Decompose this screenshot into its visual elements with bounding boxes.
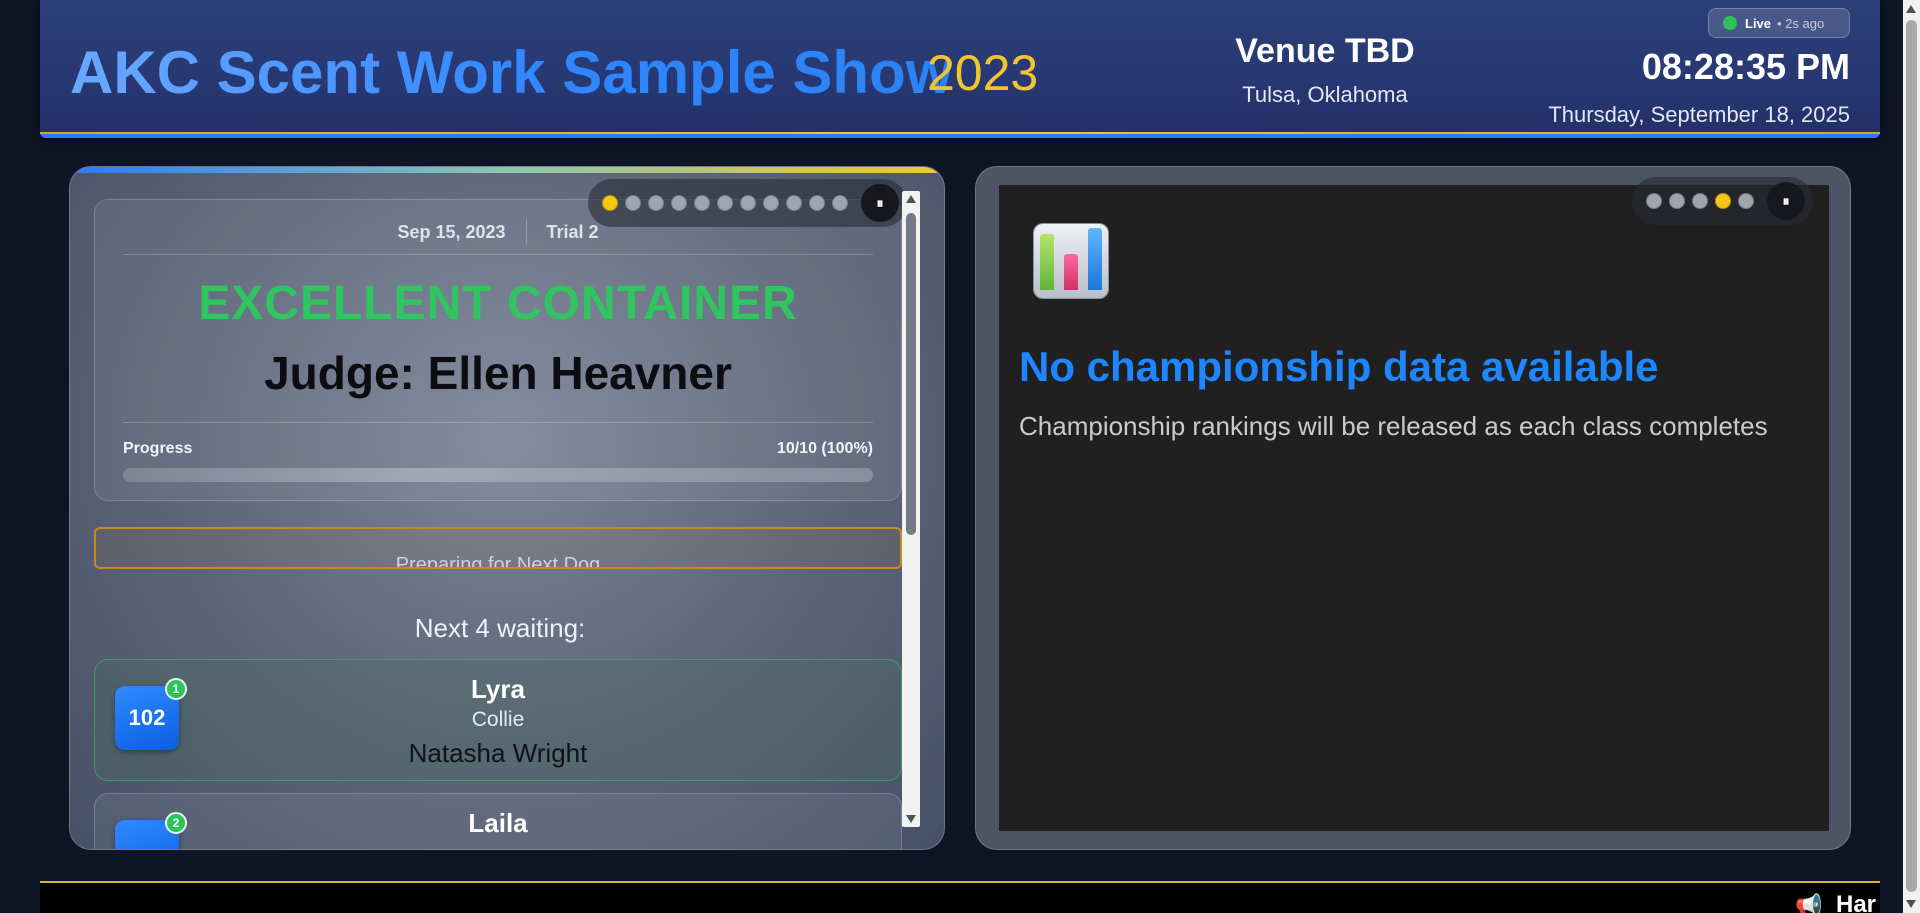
waiting-title: Next 4 waiting: bbox=[414, 613, 586, 643]
venue-location: Tulsa, Oklahoma bbox=[1242, 82, 1408, 107]
progress-label: Progress bbox=[123, 440, 193, 457]
trial-label: Trial 2 bbox=[546, 221, 599, 242]
progress-bar bbox=[123, 468, 873, 482]
dog-name: Lyra bbox=[471, 674, 525, 704]
announcement-ticker: 📢 Har bbox=[40, 881, 1880, 913]
card-divider bbox=[123, 422, 873, 423]
current-date: Thursday, September 18, 2025 bbox=[1548, 102, 1850, 127]
judge-name: Judge: Ellen Heavner bbox=[264, 347, 732, 399]
class-status-panel: Sep 15, 2023 Trial 2 EXCELLENT CONTAINER… bbox=[69, 166, 945, 850]
championship-empty-title: No championship data available bbox=[1019, 343, 1659, 390]
championship-content: No championship data available Champions… bbox=[999, 185, 1829, 831]
left-carousel-slide-dot[interactable] bbox=[671, 195, 687, 211]
scroll-up-arrow-icon[interactable] bbox=[906, 195, 916, 203]
panel-accent-bar bbox=[70, 167, 944, 173]
show-title: AKC Scent Work Sample Show bbox=[70, 39, 953, 106]
megaphone-icon: 📢 bbox=[1795, 893, 1823, 913]
dog-name: Laila bbox=[468, 808, 528, 838]
venue-name: Venue TBD bbox=[1235, 32, 1415, 70]
meta-divider bbox=[525, 220, 527, 244]
right-carousel-slide-dot[interactable] bbox=[1738, 193, 1754, 209]
scroll-down-arrow-icon[interactable] bbox=[906, 815, 916, 823]
panel-scrollbar[interactable] bbox=[902, 191, 920, 827]
page-scrollbar-thumb[interactable] bbox=[1906, 20, 1917, 892]
right-carousel-controls: ⏸ bbox=[1632, 177, 1813, 225]
progress-bar-fill bbox=[123, 468, 873, 482]
class-info-card: Sep 15, 2023 Trial 2 EXCELLENT CONTAINER… bbox=[94, 199, 902, 501]
scrollbar-thumb[interactable] bbox=[906, 213, 916, 535]
left-carousel-slide-dot[interactable] bbox=[625, 195, 641, 211]
status-banner: Preparing for Next Dog bbox=[94, 527, 902, 569]
left-carousel-slide-dot[interactable] bbox=[832, 195, 848, 211]
page-scroll-down-icon[interactable] bbox=[1906, 900, 1916, 908]
page-scroll-up-icon[interactable] bbox=[1906, 5, 1916, 13]
live-updated-ago: • 2s ago bbox=[1777, 15, 1825, 31]
card-divider bbox=[123, 254, 873, 255]
class-name: EXCELLENT CONTAINER bbox=[198, 277, 798, 330]
dog-breed: Collie bbox=[471, 708, 525, 731]
waiting-entry[interactable]: 2 Laila bbox=[94, 793, 902, 849]
left-carousel-slide-dot[interactable] bbox=[602, 195, 618, 211]
live-status-badge: Live • 2s ago bbox=[1708, 8, 1850, 38]
left-carousel-controls: ⏸ bbox=[588, 179, 907, 227]
right-carousel-slide-dot[interactable] bbox=[1715, 193, 1731, 209]
clock: 08:28:35 PM bbox=[1641, 46, 1850, 87]
right-carousel-pause-button[interactable]: ⏸ bbox=[1767, 182, 1805, 220]
status-banner-text: Preparing for Next Dog bbox=[395, 554, 601, 569]
left-carousel-pause-button[interactable]: ⏸ bbox=[861, 184, 899, 222]
championship-panel: No championship data available Champions… bbox=[975, 166, 1851, 850]
waiting-entry[interactable]: 102 1 Lyra Collie Natasha Wright bbox=[94, 659, 902, 781]
page-scrollbar[interactable] bbox=[1903, 0, 1920, 913]
ticker-text: Har bbox=[1836, 891, 1877, 913]
show-header: AKC Scent Work Sample Show 2023 Venue TB… bbox=[40, 0, 1880, 138]
left-carousel-slide-dot[interactable] bbox=[717, 195, 733, 211]
bar-chart-icon bbox=[1033, 223, 1109, 299]
live-dot-icon bbox=[1723, 16, 1737, 30]
right-carousel-slide-dot[interactable] bbox=[1692, 193, 1708, 209]
live-label: Live bbox=[1745, 15, 1772, 31]
show-year: 2023 bbox=[927, 45, 1039, 101]
left-carousel-slide-dot[interactable] bbox=[648, 195, 664, 211]
left-carousel-slide-dot[interactable] bbox=[786, 195, 802, 211]
progress-value: 10/10 (100%) bbox=[776, 440, 873, 457]
right-carousel-slide-dot[interactable] bbox=[1646, 193, 1662, 209]
left-carousel-slide-dot[interactable] bbox=[763, 195, 779, 211]
championship-empty-subtitle: Championship rankings will be released a… bbox=[1019, 411, 1768, 441]
right-carousel-slide-dot[interactable] bbox=[1669, 193, 1685, 209]
class-date: Sep 15, 2023 bbox=[397, 221, 506, 242]
left-carousel-slide-dot[interactable] bbox=[809, 195, 825, 211]
left-carousel-slide-dot[interactable] bbox=[740, 195, 756, 211]
left-carousel-slide-dot[interactable] bbox=[694, 195, 710, 211]
handler-name: Natasha Wright bbox=[408, 738, 588, 768]
